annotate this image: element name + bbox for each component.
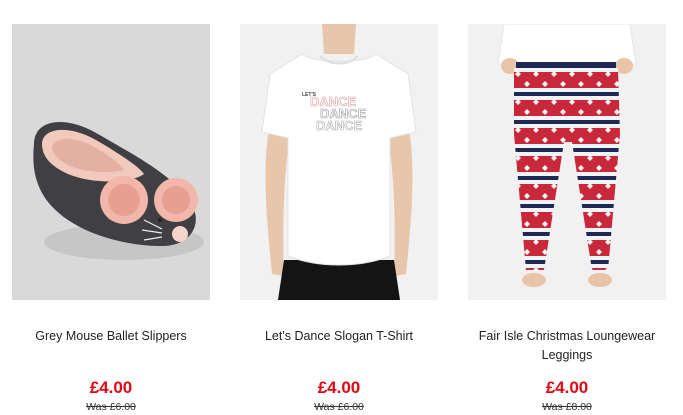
leggings-image xyxy=(468,24,666,300)
product-card-slippers[interactable]: Grey Mouse Ballet Slippers £4.00 Was £6.… xyxy=(12,24,210,413)
product-price: £4.00 xyxy=(89,378,133,397)
product-title[interactable]: Grey Mouse Ballet Slippers xyxy=(12,327,210,346)
product-price: £4.00 xyxy=(545,378,589,397)
product-was-price: Was £8.00 xyxy=(542,401,592,413)
product-title[interactable]: Let's Dance Slogan T-Shirt xyxy=(240,327,438,346)
product-was-price: Was £6.00 xyxy=(314,401,364,413)
product-card-tshirt[interactable]: LET'S DANCE DANCE DANCE Let's Dance Slog… xyxy=(240,24,438,413)
product-image-leggings[interactable] xyxy=(468,24,666,300)
product-was-price: Was £6.00 xyxy=(86,401,136,413)
product-card-leggings[interactable]: Fair Isle Christmas Loungewear Leggings … xyxy=(468,24,666,413)
product-title[interactable]: Fair Isle Christmas Loungewear Leggings xyxy=(468,327,666,365)
product-image-slippers[interactable] xyxy=(12,24,210,300)
product-image-tshirt[interactable]: LET'S DANCE DANCE DANCE xyxy=(240,24,438,300)
slipper-image xyxy=(12,24,210,300)
product-price: £4.00 xyxy=(317,378,361,397)
tshirt-image: LET'S DANCE DANCE DANCE xyxy=(240,24,438,300)
slogan-line-3: DANCE xyxy=(316,118,363,133)
